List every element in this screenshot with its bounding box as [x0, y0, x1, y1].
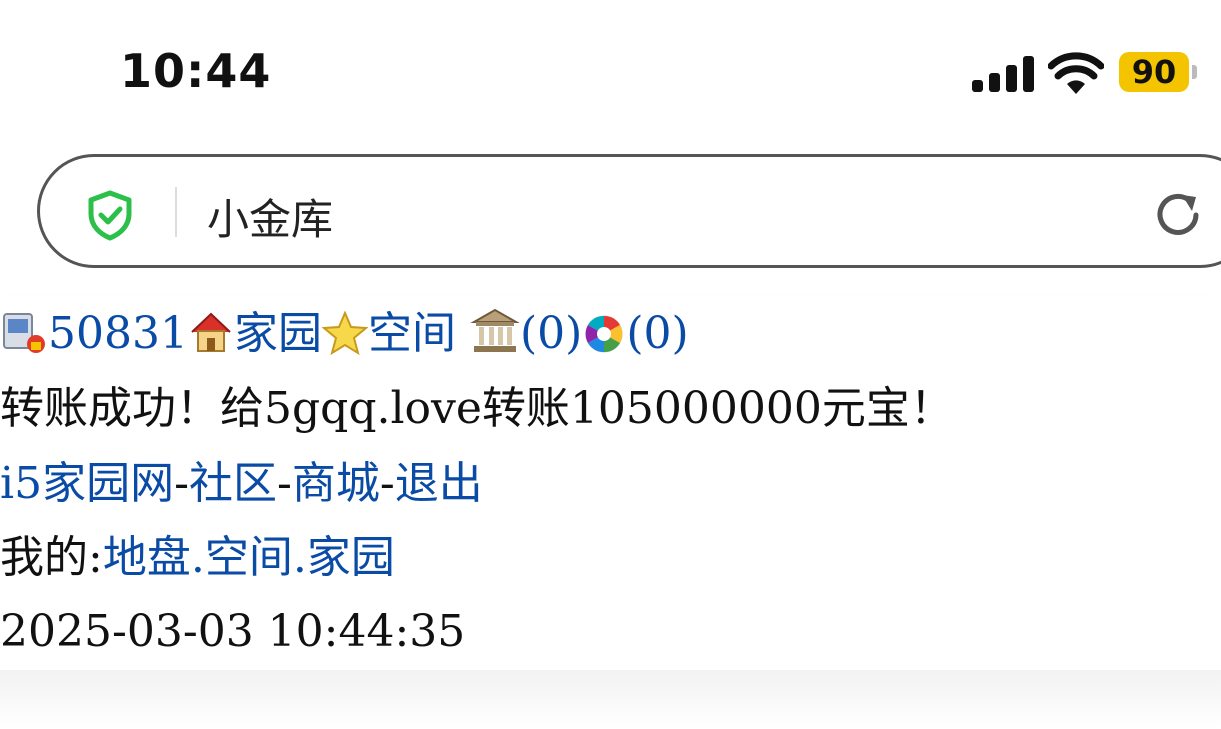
site-home-link[interactable]: i5家园网 — [0, 458, 174, 509]
user-lock-icon — [3, 313, 45, 353]
battery-icon: 90 — [1119, 52, 1197, 92]
shield-check-icon — [88, 190, 132, 241]
separator: - — [174, 458, 189, 509]
home-link[interactable]: 家园 — [234, 308, 322, 359]
my-land-link[interactable]: 地盘 — [103, 532, 191, 583]
home-icon — [191, 312, 231, 352]
address-divider — [175, 187, 177, 237]
site-links: i5家园网-社区-商城-退出 — [0, 454, 483, 514]
page-content: 50831 家园 空间 (0) (0) 转账成功！给5gqq.love转账105 — [0, 296, 1221, 670]
page-title[interactable]: 小金库 — [207, 186, 333, 247]
space-link[interactable]: 空间 — [368, 308, 456, 359]
transfer-message: 转账成功！给5gqq.love转账105000000元宝！ — [0, 379, 954, 439]
separator: - — [379, 458, 395, 509]
page-footer-shadow — [0, 670, 1221, 729]
address-bar[interactable]: 小金库 — [37, 154, 1221, 268]
dot-separator: . — [292, 532, 307, 583]
bank-icon — [470, 308, 520, 352]
wifi-icon — [1048, 52, 1104, 94]
message-prefix: 转账成功！给 — [0, 383, 264, 434]
status-bar: 10:44 90 — [0, 0, 1221, 140]
mine-links: 我的:地盘.空间.家园 — [0, 528, 395, 588]
separator: - — [276, 458, 292, 509]
reload-icon[interactable] — [1150, 187, 1206, 243]
bank-count-link[interactable]: (0) — [520, 308, 582, 359]
my-space-link[interactable]: 空间 — [205, 532, 293, 583]
user-id-link[interactable]: 50831 — [48, 308, 188, 359]
message-suffix: 元宝！ — [821, 383, 954, 434]
star-icon — [321, 310, 368, 356]
mall-link[interactable]: 商城 — [292, 458, 380, 509]
status-time: 10:44 — [120, 44, 272, 98]
community-link[interactable]: 社区 — [189, 458, 277, 509]
dot-separator: . — [190, 532, 205, 583]
photo-icon — [585, 315, 623, 353]
photo-count-link[interactable]: (0) — [626, 308, 688, 359]
logout-link[interactable]: 退出 — [395, 458, 483, 509]
my-home-link[interactable]: 家园 — [307, 532, 395, 583]
signal-icon — [972, 56, 1034, 92]
timestamp: 2025-03-03 10:44:35 — [0, 606, 466, 657]
nav-line: 50831 家园 空间 (0) (0) — [0, 304, 689, 364]
battery-level: 90 — [1119, 52, 1189, 92]
mine-label: 我的: — [0, 532, 103, 583]
battery-cap — [1192, 65, 1197, 79]
message-middle: 转账 — [481, 383, 570, 434]
message-amount: 105000000 — [569, 383, 822, 434]
message-recipient: 5gqq.love — [264, 383, 482, 434]
